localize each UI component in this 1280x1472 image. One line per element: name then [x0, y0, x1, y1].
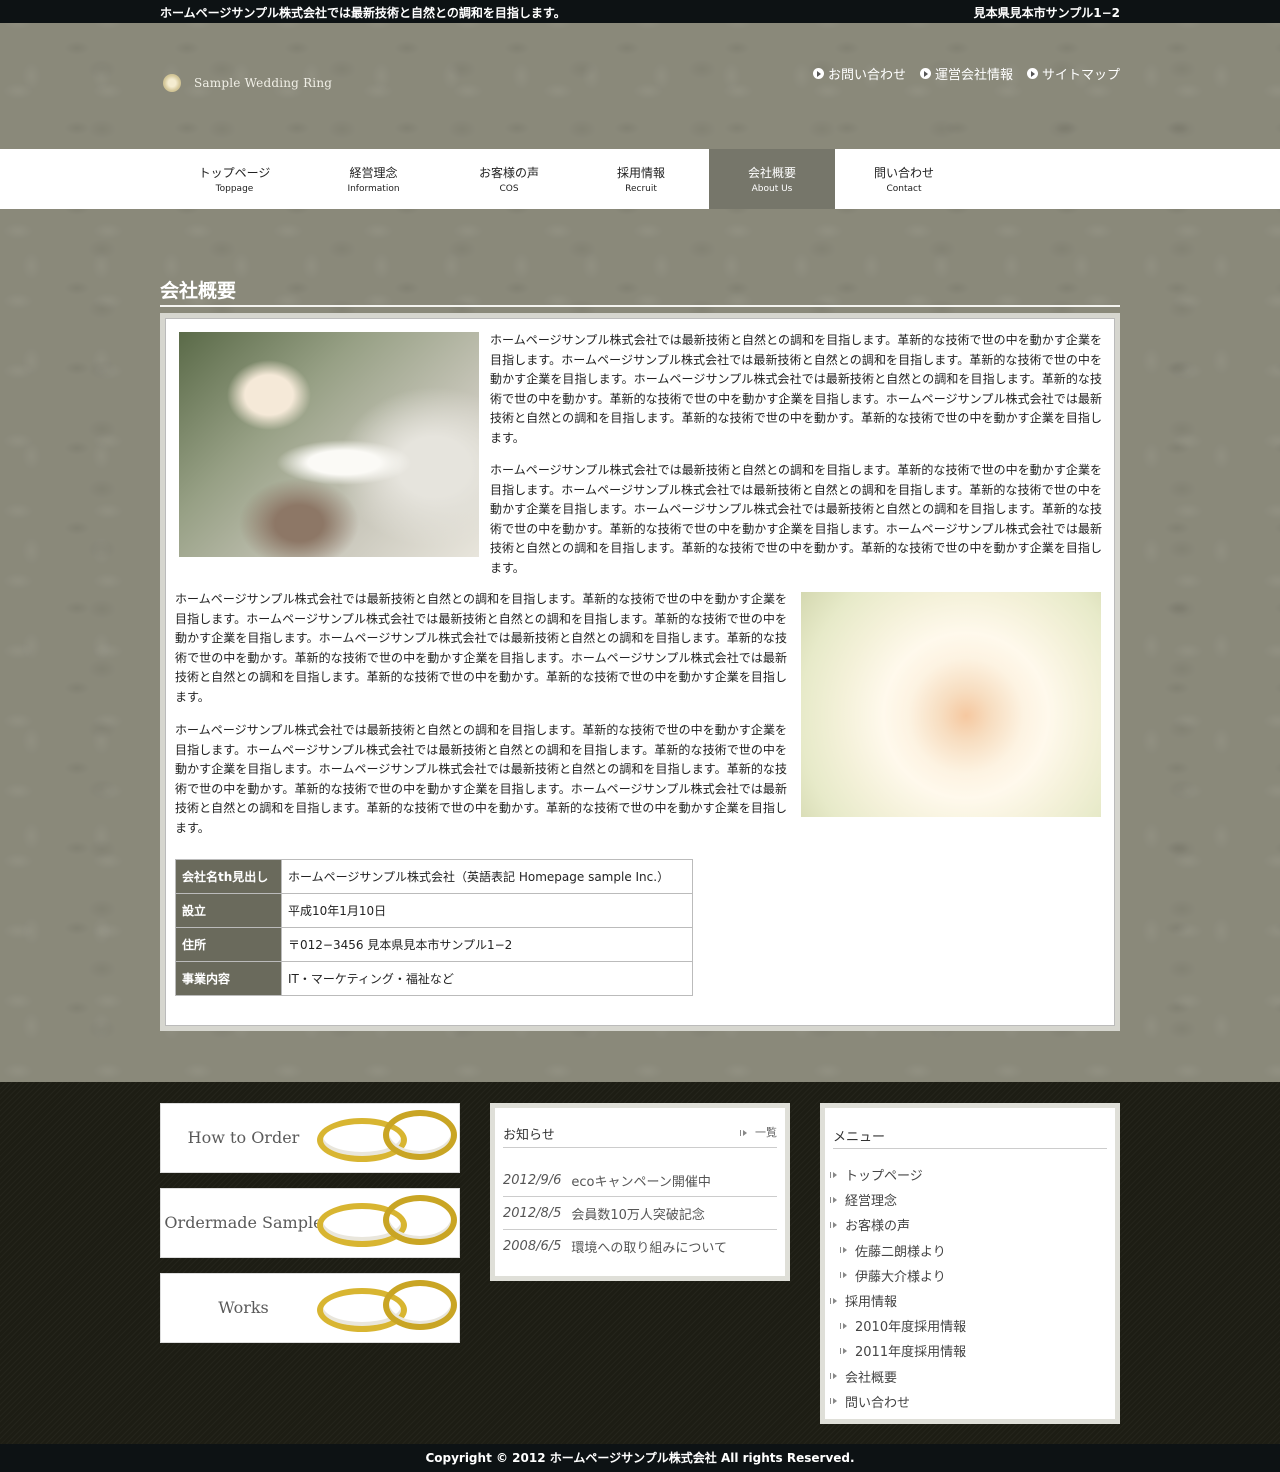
arrow-circle-icon [812, 68, 824, 79]
divider [833, 1148, 1107, 1149]
menu-item-sato[interactable]: 佐藤二朗様より [833, 1238, 966, 1263]
menu-item-recruit-2011[interactable]: 2011年度採用情報 [833, 1338, 966, 1363]
nav-item-cos[interactable]: お客様の声 COS [445, 149, 573, 209]
main-content: ホームページサンプル株式会社では最新技術と自然との調和を目指します。革新的な技術… [160, 313, 1120, 1031]
table-header-cell: 住所 [175, 927, 282, 962]
nav-item-about-us[interactable]: 会社概要 About Us [709, 149, 835, 209]
arrow-icon [830, 1373, 837, 1380]
news-box: お知らせ 一覧 2012/9/6 ecoキャンペーン開催中 2012/8/5 会員数… [490, 1103, 790, 1281]
site-tagline: ホームページサンプル株式会社では最新技術と自然との調和を目指します。 [160, 6, 566, 20]
table-header-cell: 会社名th見出し [175, 859, 282, 894]
menu-item-about-us[interactable]: 会社概要 [830, 1364, 966, 1389]
copyright: Copyright © 2012 ホームページサンプル株式会社 All righ… [0, 1444, 1280, 1472]
contact-link[interactable]: お問い合わせ [812, 64, 906, 83]
site-logo[interactable]: Sample Wedding Ring [163, 74, 332, 92]
menu-item-recruit-2010[interactable]: 2010年度採用情報 [833, 1313, 966, 1338]
nav-item-contact[interactable]: 問い合わせ Contact [835, 149, 973, 209]
ring-icon [383, 1280, 457, 1330]
bridal-bouquet-image [179, 332, 479, 557]
arrow-icon [830, 1297, 837, 1304]
table-cell: 〒012−3456 見本県見本市サンプル1−2 [281, 927, 693, 962]
menu-item-philosophy[interactable]: 経営理念 [830, 1187, 966, 1212]
white-rose-image [801, 592, 1101, 817]
title-divider [160, 305, 1120, 307]
banner-label: How to Order [187, 1128, 300, 1147]
arrow-icon [840, 1247, 847, 1254]
menu-item-ito[interactable]: 伊藤大介様より [833, 1263, 966, 1288]
news-text: ecoキャンペーン開催中 [571, 1174, 711, 1190]
menu-item-voice[interactable]: お客様の声 [830, 1212, 966, 1237]
arrow-icon [840, 1272, 847, 1279]
news-title: お知らせ [503, 1128, 555, 1143]
arrow-icon [830, 1398, 837, 1405]
news-text: 環境への取り組みについて [571, 1241, 728, 1256]
arrow-circle-icon [919, 68, 931, 79]
table-row: 住所 〒012−3456 見本県見本市サンプル1−2 [175, 927, 693, 962]
menu-item-contact[interactable]: 問い合わせ [830, 1389, 966, 1414]
intro-paragraph-2: ホームページサンプル株式会社では最新技術と自然との調和を目指します。革新的な技術… [490, 463, 1102, 575]
menu-item-recruit[interactable]: 採用情報 [830, 1288, 966, 1313]
nav-item-toppage[interactable]: トップページ Toppage [167, 149, 302, 209]
news-list-link[interactable]: 一覧 [740, 1124, 777, 1140]
banner-label: Works [218, 1298, 269, 1317]
news-text: 会員数10万人突破記念 [571, 1207, 705, 1223]
banner-label: Ordermade Sample [164, 1213, 323, 1232]
arrow-icon [830, 1221, 837, 1228]
top-bar: ホームページサンプル株式会社では最新技術と自然との調和を目指します。 見本県見本… [0, 0, 1280, 23]
news-item[interactable]: 2012/8/5 会員数10万人突破記念 [503, 1197, 777, 1230]
news-date: 2012/9/6 [503, 1172, 562, 1188]
menu-title: メニュー [833, 1130, 886, 1145]
table-cell: IT・マーケティング・福祉など [281, 961, 693, 996]
divider [503, 1147, 777, 1148]
ordermade-sample-banner[interactable]: Ordermade Sample [160, 1188, 460, 1258]
table-row: 事業内容 IT・マーケティング・福祉など [175, 961, 693, 996]
works-banner[interactable]: Works [160, 1273, 460, 1343]
logo-flower-icon [163, 74, 181, 92]
table-cell: ホームページサンプル株式会社（英語表記 Homepage sample Inc.… [281, 859, 693, 894]
sitemap-link[interactable]: サイトマップ [1026, 64, 1120, 83]
news-item[interactable]: 2012/9/6 ecoキャンペーン開催中 [503, 1164, 777, 1197]
news-date: 2012/8/5 [503, 1205, 562, 1221]
arrow-icon [830, 1171, 837, 1178]
logo-text: Sample Wedding Ring [194, 76, 333, 90]
nav-item-information[interactable]: 経営理念 Information [302, 149, 445, 209]
how-to-order-banner[interactable]: How to Order [160, 1103, 460, 1173]
footer-menu: メニュー トップページ 経営理念 お客様の声 佐藤二朗様より 伊藤大介様より 採… [820, 1103, 1120, 1424]
table-header-cell: 設立 [175, 893, 282, 928]
table-row: 会社名th見出し ホームページサンプル株式会社（英語表記 Homepage sa… [175, 859, 693, 894]
menu-item-toppage[interactable]: トップページ [830, 1162, 966, 1187]
company-info-table: 会社名th見出し ホームページサンプル株式会社（英語表記 Homepage sa… [175, 859, 693, 996]
news-item[interactable]: 2008/6/5 環境への取り組みについて [503, 1230, 777, 1263]
table-row: 設立 平成10年1月10日 [175, 893, 693, 928]
header-links: お問い合わせ 運営会社情報 サイトマップ [812, 64, 1120, 83]
ring-icon [383, 1110, 457, 1160]
intro-paragraph-3: ホームページサンプル株式会社では最新技術と自然との調和を目指します。革新的な技術… [175, 592, 787, 704]
news-date: 2008/6/5 [503, 1239, 562, 1254]
arrow-circle-icon [1026, 68, 1038, 79]
table-header-cell: 事業内容 [175, 961, 282, 996]
table-cell: 平成10年1月10日 [281, 893, 693, 928]
page-title: 会社概要 [160, 280, 237, 302]
arrow-icon [740, 1130, 747, 1136]
nav-item-recruit[interactable]: 採用情報 Recruit [573, 149, 709, 209]
intro-paragraph-1: ホームページサンプル株式会社では最新技術と自然との調和を目指します。革新的な技術… [490, 333, 1102, 445]
arrow-icon [840, 1322, 847, 1329]
ring-icon [383, 1195, 457, 1245]
arrow-icon [830, 1196, 837, 1203]
arrow-icon [840, 1347, 847, 1354]
header-address: 見本県見本市サンプル1−2 [973, 6, 1120, 20]
company-info-link[interactable]: 運営会社情報 [919, 64, 1013, 83]
global-nav: トップページ Toppage 経営理念 Information お客様の声 COS 採… [0, 149, 1280, 209]
intro-paragraph-4: ホームページサンプル株式会社では最新技術と自然との調和を目指します。革新的な技術… [175, 723, 787, 835]
